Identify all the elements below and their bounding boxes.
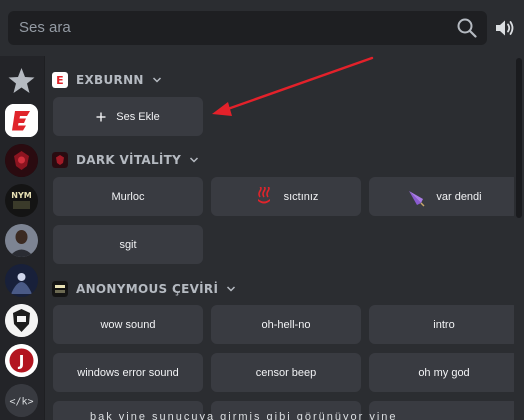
j-avatar-icon: J [5, 344, 38, 377]
sound-button[interactable]: oh-hell-no [211, 305, 361, 344]
scrollbar[interactable] [514, 56, 524, 420]
server-exburnn[interactable] [5, 104, 38, 137]
section-title: EXBURNN [76, 73, 144, 87]
sound-button[interactable]: var dendi [369, 177, 519, 216]
sound-button[interactable]: wow sound [53, 305, 203, 344]
sound-label: censor beep [255, 366, 317, 379]
search-placeholder: Ses ara [19, 19, 71, 36]
umbrella-emoji [409, 190, 425, 206]
sound-label: windows error sound [77, 366, 179, 379]
exburnn-logo-icon [5, 104, 38, 137]
search-input[interactable]: Ses ara [8, 11, 487, 45]
section-header-anonymous-ceviri[interactable]: ANONYMOUS ÇEVİRİ [52, 279, 236, 299]
anonymous-avatar-icon: NYM [5, 184, 38, 217]
section-title: DARK VİTALİTY [76, 153, 182, 167]
sound-label: oh my god [418, 366, 470, 379]
plus-icon [96, 112, 106, 121]
server-avatar-5[interactable] [5, 264, 38, 297]
sound-button[interactable]: sgit [53, 225, 203, 264]
scrollbar-thumb[interactable] [516, 58, 522, 218]
star-icon [8, 68, 35, 93]
section-title: ANONYMOUS ÇEVİRİ [76, 282, 219, 296]
sound-label: var dendi [436, 190, 482, 203]
bottom-caption: bak yine sunucuya girmiş gibi görünüyor … [90, 411, 398, 420]
sound-label: wow sound [100, 318, 156, 331]
sound-label: sgit [119, 238, 137, 251]
svg-text:NYM: NYM [11, 191, 31, 200]
person-avatar-icon [5, 224, 38, 257]
top-bar: Ses ara [0, 0, 524, 56]
server-avatar-4[interactable] [5, 224, 38, 257]
volume-icon[interactable] [494, 17, 516, 39]
chevron-down-icon [190, 157, 199, 163]
server-avatar-7[interactable]: J [5, 344, 38, 377]
sound-button[interactable]: sıctınız [211, 177, 361, 216]
chevron-down-icon [227, 286, 236, 292]
sound-button[interactable]: Murloc [53, 177, 203, 216]
favorites-button[interactable] [5, 64, 38, 97]
sound-label: intro [433, 318, 455, 331]
section-header-exburnn[interactable]: E EXBURNN [52, 70, 162, 90]
search-icon[interactable] [457, 18, 477, 38]
server-dark-vitality[interactable] [5, 144, 38, 177]
hot-springs-emoji [257, 186, 270, 203]
sound-button[interactable]: windows error sound [53, 353, 203, 392]
sound-button[interactable]: oh my god [369, 353, 519, 392]
dark-vitality-icon [5, 144, 38, 177]
sound-label: Murloc [111, 190, 145, 203]
dark-avatar-icon [5, 264, 38, 297]
svg-text:J: J [18, 352, 25, 370]
server-avatar-6[interactable] [5, 304, 38, 337]
sound-button[interactable]: censor beep [211, 353, 361, 392]
add-sound-button[interactable]: Ses Ekle [53, 97, 203, 136]
svg-text:</k>: </k> [9, 397, 33, 408]
server-rail: NYM J </k> [0, 56, 44, 420]
sound-label: sıctınız [283, 190, 319, 203]
anonymous-badge-icon [52, 281, 68, 297]
sound-button[interactable]: intro [369, 305, 519, 344]
server-code[interactable]: </k> [5, 384, 38, 417]
sound-label: oh-hell-no [261, 318, 311, 331]
server-anonymous-ceviri[interactable]: NYM [5, 184, 38, 217]
dark-vitality-badge-icon [52, 152, 68, 168]
exburnn-badge-icon: E [52, 72, 68, 88]
code-icon: </k> [5, 384, 38, 417]
chevron-down-icon [152, 77, 161, 83]
section-header-dark-vitality[interactable]: DARK VİTALİTY [52, 150, 199, 170]
crest-avatar-icon [5, 304, 38, 337]
add-sound-label: Ses Ekle [116, 110, 160, 123]
